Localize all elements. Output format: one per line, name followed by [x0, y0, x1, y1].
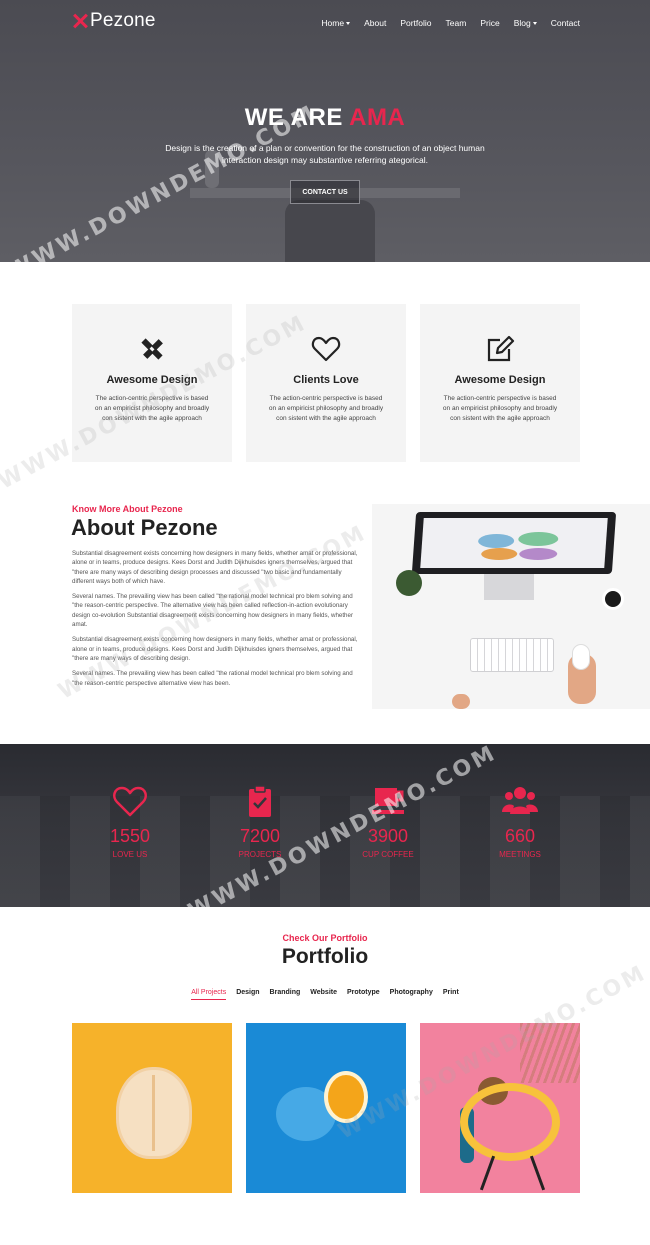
feature-text: The action-centric perspective is based … [268, 395, 384, 422]
nav-item-price[interactable]: Price [480, 18, 499, 28]
nav-item-blog[interactable]: Blog [514, 18, 537, 28]
nav-label: Team [445, 18, 467, 28]
filter-design[interactable]: Design [236, 989, 259, 1000]
screen-graphic [517, 532, 559, 546]
portfolio-item[interactable] [420, 1023, 580, 1193]
portfolio-item[interactable] [72, 1023, 232, 1193]
nav-item-team[interactable]: Team [446, 18, 467, 28]
nav-item-about[interactable]: About [364, 18, 386, 28]
coffee-cup [602, 588, 624, 610]
about-subtitle: Know More About Pezone [72, 504, 183, 514]
stat-value: 660 [504, 826, 536, 846]
stats-section: 1550 LOVE US 7200 PROJECTS 3900 CUP COFF… [0, 744, 650, 907]
feature-card: Awesome Design The action-centric perspe… [72, 304, 232, 462]
hero-chair [285, 200, 375, 262]
stat-value: 7200 [239, 826, 281, 846]
users-icon [502, 787, 538, 814]
logo[interactable]: Pezone [72, 10, 156, 32]
nav-item-portfolio[interactable]: Portfolio [400, 18, 431, 28]
clipboard-check-icon [249, 785, 271, 817]
stat-label: CUP COFFEE [362, 850, 414, 859]
about-paragraph: Substantial disagreement exists concerni… [72, 550, 358, 585]
heart-icon [113, 786, 147, 817]
stat-label: PROJECTS [238, 850, 282, 859]
monitor-screen [420, 518, 608, 568]
feature-text: The action-centric perspective is based … [442, 395, 558, 422]
plant [396, 570, 422, 596]
chair-leg [529, 1155, 546, 1191]
stat-value: 3900 [367, 826, 409, 846]
about-title: About Pezone [71, 515, 218, 540]
feature-text: The action-centric perspective is based … [94, 395, 210, 422]
chevron-down-icon [346, 21, 351, 25]
filter-photography[interactable]: Photography [390, 989, 433, 1000]
hero-title: WE ARE AMA [0, 104, 650, 132]
nav-label: Price [480, 18, 500, 28]
orange-segment [152, 1075, 155, 1151]
nav-item-contact[interactable]: Contact [551, 18, 580, 28]
design-tools-icon [141, 338, 163, 360]
palm-leaf [520, 1023, 580, 1083]
filter-website[interactable]: Website [310, 989, 337, 1000]
features-section: Awesome Design The action-centric perspe… [72, 304, 580, 462]
orange-slice [324, 1071, 368, 1123]
nav-label: Blog [513, 18, 531, 28]
chevron-down-icon [532, 21, 537, 25]
stat-value: 1550 [109, 826, 151, 846]
filter-all-projects[interactable]: All Projects [191, 989, 227, 1000]
stat-item: 1550 LOVE US [85, 784, 175, 859]
hero-section: Pezone Home About Portfolio Team Price B… [0, 0, 650, 262]
about-workspace-image [372, 504, 650, 709]
logo-x-icon [72, 13, 88, 29]
nav-label: Home [321, 18, 345, 28]
feature-card: Awesome Design The action-centric perspe… [420, 304, 580, 462]
hero-text: Design is the creation of a plan or conv… [165, 143, 485, 165]
mouse [572, 644, 590, 670]
logo-text: Pezone [90, 10, 156, 31]
yellow-chair-image [460, 1083, 560, 1161]
coffee-cup-icon [372, 788, 404, 814]
stat-item: 3900 CUP COFFEE [343, 784, 433, 859]
about-body: Substantial disagreement exists concerni… [72, 549, 362, 694]
feature-title: Awesome Design [454, 374, 546, 386]
filter-print[interactable]: Print [443, 989, 459, 1000]
about-paragraph: Several names. The prevailing view has b… [72, 670, 353, 687]
main-nav: Home About Portfolio Team Price Blog Con… [321, 18, 580, 28]
heart-icon [311, 336, 341, 362]
filter-branding[interactable]: Branding [270, 989, 301, 1000]
portfolio-item[interactable] [246, 1023, 406, 1193]
stat-item: 7200 PROJECTS [215, 784, 305, 859]
feature-card: Clients Love The action-centric perspect… [246, 304, 406, 462]
portfolio-subtitle: Check Our Portfolio [282, 933, 368, 943]
monitor [411, 512, 617, 574]
feature-title: Clients Love [293, 374, 359, 386]
portfolio-filters: All Projects Design Branding Website Pro… [0, 989, 650, 1000]
keyboard [470, 638, 554, 672]
filter-prototype[interactable]: Prototype [347, 989, 380, 1000]
about-paragraph: Several names. The prevailing view has b… [72, 593, 353, 629]
nav-item-home[interactable]: Home [321, 18, 351, 28]
chair-leg [479, 1155, 496, 1191]
hero-title-accent: AMA [349, 104, 406, 131]
screen-graphic [518, 548, 558, 560]
stat-label: MEETINGS [499, 850, 541, 859]
stat-label: LOVE US [112, 850, 148, 859]
contact-us-button[interactable]: CONTACT US [290, 180, 360, 204]
portfolio-title: Portfolio [281, 945, 369, 968]
screen-graphic [477, 534, 515, 548]
hero-title-prefix: WE ARE [244, 104, 343, 131]
portfolio-grid [72, 1023, 580, 1193]
about-paragraph: Substantial disagreement exists concerni… [72, 636, 358, 662]
nav-label: Contact [550, 18, 580, 28]
monitor-stand [484, 574, 534, 600]
feature-title: Awesome Design [106, 374, 198, 386]
screen-graphic [480, 548, 518, 560]
nav-label: About [364, 18, 387, 28]
stat-item: 660 MEETINGS [475, 784, 565, 859]
nav-label: Portfolio [400, 18, 432, 28]
hand [452, 694, 470, 709]
edit-icon [487, 335, 515, 362]
